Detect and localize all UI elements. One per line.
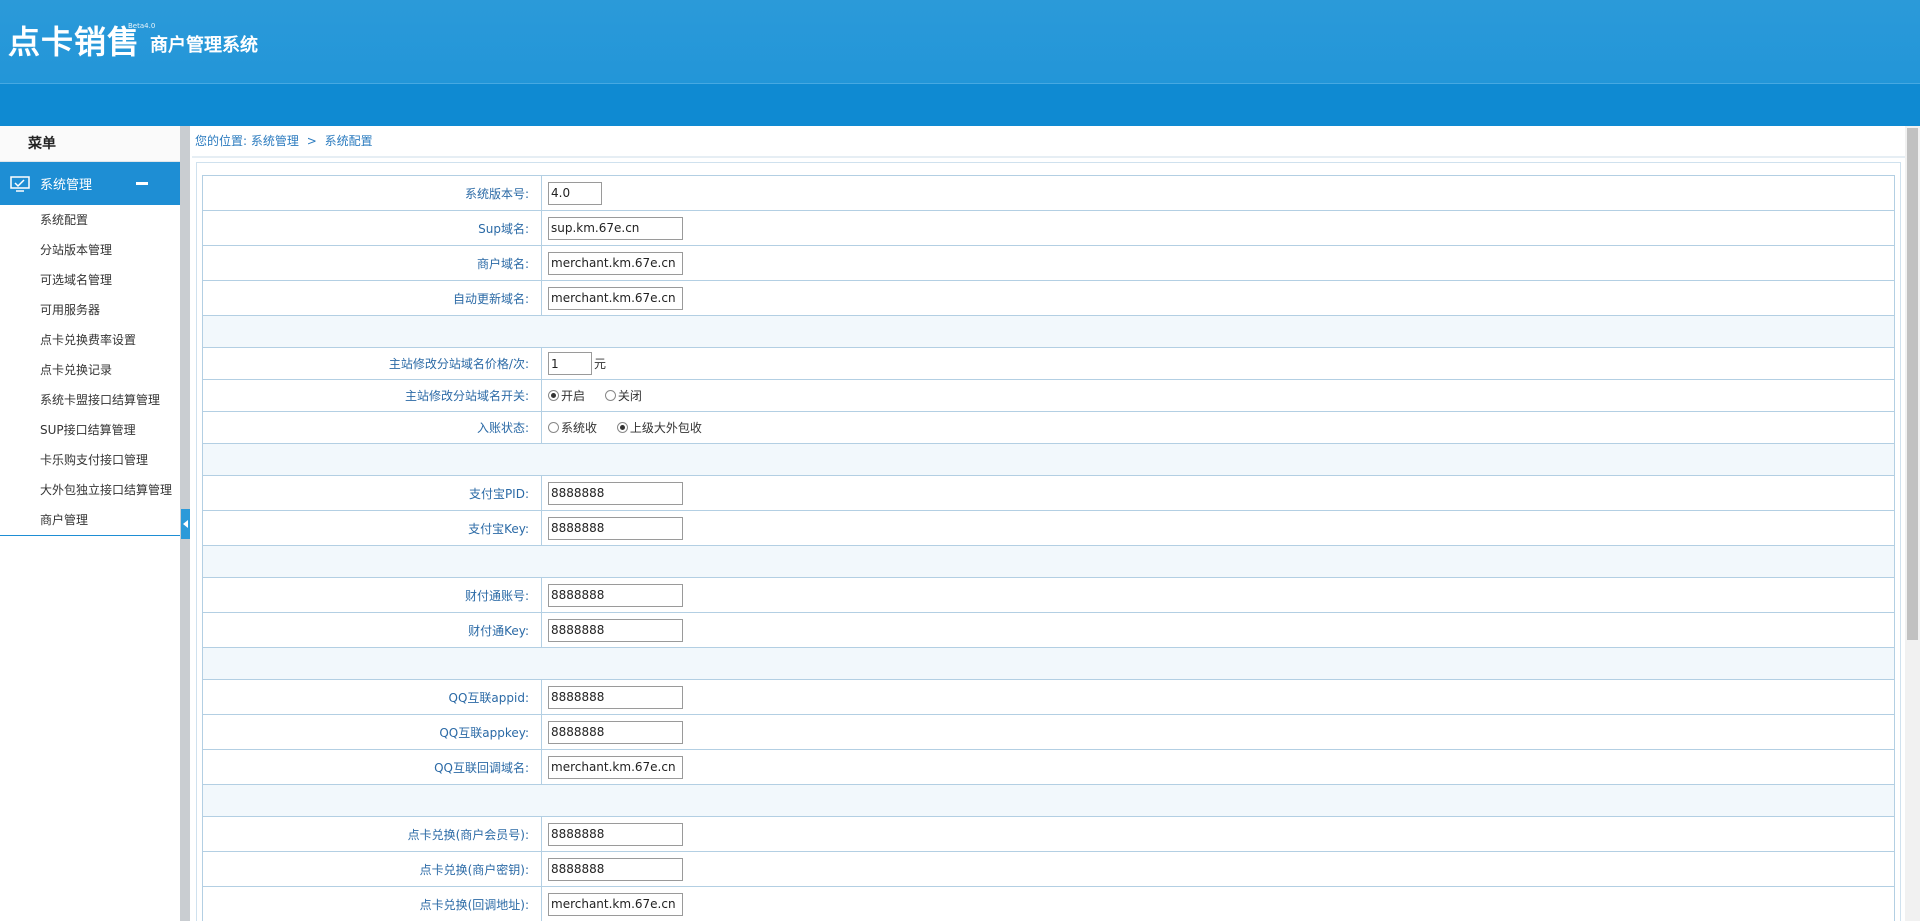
radio-unselected-icon xyxy=(548,422,559,433)
sidebar-item-substation-version[interactable]: 分站版本管理 xyxy=(0,235,180,265)
table-row: 财付通账号: xyxy=(202,577,1895,613)
switch-off-radio[interactable]: 关闭 xyxy=(604,387,642,404)
table-row: 入账状态: 系统收 上级大外包收 xyxy=(202,411,1895,444)
tenpay-key-input[interactable] xyxy=(548,618,683,642)
radio-selected-icon xyxy=(616,422,628,433)
table-row: 支付宝Key: xyxy=(202,510,1895,546)
qq-appkey-label: QQ互联appkey: xyxy=(202,714,542,750)
config-frame: 系统版本号: Sup域名: 商户域名: 自动更新域名: 主站修改分站域名价格/次… xyxy=(196,162,1901,921)
header-nav-band xyxy=(0,83,1920,126)
qq-appid-input[interactable] xyxy=(548,685,683,709)
alipay-pid-label: 支付宝PID: xyxy=(202,475,542,511)
breadcrumb-separator: > xyxy=(306,134,317,148)
merchant-domain-label: 商户域名: xyxy=(202,245,542,281)
card-callback-label: 点卡兑换(回调地址): xyxy=(202,886,542,921)
switch-on-radio[interactable]: 开启 xyxy=(548,387,585,404)
qq-callback-input[interactable] xyxy=(548,755,683,779)
status-outsourcing-radio[interactable]: 上级大外包收 xyxy=(616,419,702,436)
table-row: Sup域名: xyxy=(202,210,1895,246)
card-secret-input[interactable] xyxy=(548,857,683,881)
table-row: 支付宝PID: xyxy=(202,475,1895,511)
breadcrumb-prefix: 您的位置: xyxy=(195,134,248,148)
radio-selected-icon xyxy=(548,390,559,401)
collapse-sidebar-button[interactable] xyxy=(181,509,190,539)
logo-subtitle: 商户管理系统 xyxy=(150,35,259,56)
price-unit: 元 xyxy=(594,356,607,371)
table-row: 主站修改分站域名价格/次: 元 xyxy=(202,347,1895,380)
qq-appid-label: QQ互联appid: xyxy=(202,679,542,715)
page-scrollbar[interactable] xyxy=(1905,126,1920,921)
alipay-key-input[interactable] xyxy=(548,516,683,540)
menu-title: 菜单 xyxy=(0,126,180,162)
account-status-label: 入账状态: xyxy=(202,411,542,444)
sidebar: 菜单 系统管理 系统配置 分站版本管理 可选域名管理 可用服务器 点卡兑换费率设… xyxy=(0,126,180,921)
substation-price-input[interactable] xyxy=(548,352,592,375)
table-row: QQ互联appkey: xyxy=(202,714,1895,750)
table-row: QQ互联appid: xyxy=(202,679,1895,715)
sup-domain-input[interactable] xyxy=(548,216,683,240)
sidebar-item-card-rate[interactable]: 点卡兑换费率设置 xyxy=(0,325,180,355)
breadcrumb: 您的位置: 系统管理 > 系统配置 xyxy=(192,126,1905,158)
sidebar-item-servers[interactable]: 可用服务器 xyxy=(0,295,180,325)
status-system-radio[interactable]: 系统收 xyxy=(548,419,597,436)
table-row: 点卡兑换(商户会员号): xyxy=(202,816,1895,852)
logo-title: 点卡销售 xyxy=(8,23,141,61)
logo-version: Beta4.0 xyxy=(128,22,156,30)
table-row: 系统版本号: xyxy=(202,175,1895,211)
scrollbar-thumb[interactable] xyxy=(1907,128,1918,640)
tenpay-account-label: 财付通账号: xyxy=(202,577,542,613)
collapse-icon[interactable] xyxy=(136,182,148,185)
substation-switch-label: 主站修改分站域名开关: xyxy=(202,379,542,412)
table-row: 财付通Key: xyxy=(202,612,1895,648)
sidebar-item-outsourcing-settlement[interactable]: 大外包独立接口结算管理 xyxy=(0,475,180,505)
arrow-left-icon xyxy=(182,520,188,528)
autoupdate-domain-label: 自动更新域名: xyxy=(202,280,542,316)
spacer-row xyxy=(202,784,1895,817)
sidebar-item-merchant-management[interactable]: 商户管理 xyxy=(0,505,180,535)
card-callback-input[interactable] xyxy=(548,892,683,916)
spacer-row xyxy=(202,315,1895,348)
main-content: 您的位置: 系统管理 > 系统配置 系统版本号: Sup域名: 商户域名: 自动… xyxy=(192,126,1905,921)
autoupdate-domain-input[interactable] xyxy=(548,286,683,310)
qq-appkey-input[interactable] xyxy=(548,720,683,744)
sidebar-item-cardunion-settlement[interactable]: 系统卡盟接口结算管理 xyxy=(0,385,180,415)
spacer-row xyxy=(202,443,1895,476)
sidebar-item-domain-options[interactable]: 可选域名管理 xyxy=(0,265,180,295)
config-table: 系统版本号: Sup域名: 商户域名: 自动更新域名: 主站修改分站域名价格/次… xyxy=(202,175,1895,921)
substation-price-label: 主站修改分站域名价格/次: xyxy=(202,347,542,380)
radio-unselected-icon xyxy=(604,390,616,401)
tenpay-key-label: 财付通Key: xyxy=(202,612,542,648)
app-header: 点卡销售 商户管理系统 Beta4.0 xyxy=(0,0,1920,126)
table-row: QQ互联回调域名: xyxy=(202,749,1895,785)
alipay-key-label: 支付宝Key: xyxy=(202,510,542,546)
sup-domain-label: Sup域名: xyxy=(202,210,542,246)
merchant-domain-input[interactable] xyxy=(548,251,683,275)
menu-group-label: 系统管理 xyxy=(40,178,93,193)
monitor-check-icon xyxy=(10,175,30,192)
sidebar-item-kalegou-payment[interactable]: 卡乐购支付接口管理 xyxy=(0,445,180,475)
version-label: 系统版本号: xyxy=(202,175,542,211)
table-row: 主站修改分站域名开关: 开启 关闭 xyxy=(202,379,1895,412)
spacer-row xyxy=(202,545,1895,578)
breadcrumb-level1[interactable]: 系统管理 xyxy=(251,134,299,148)
sidebar-item-sup-settlement[interactable]: SUP接口结算管理 xyxy=(0,415,180,445)
sidebar-item-card-records[interactable]: 点卡兑换记录 xyxy=(0,355,180,385)
app-logo: 点卡销售 商户管理系统 Beta4.0 xyxy=(8,22,258,62)
table-row: 点卡兑换(回调地址): xyxy=(202,886,1895,921)
version-input[interactable] xyxy=(548,181,602,205)
breadcrumb-level2[interactable]: 系统配置 xyxy=(325,134,373,148)
spacer-row xyxy=(202,647,1895,680)
table-row: 商户域名: xyxy=(202,245,1895,281)
menu-group-system[interactable]: 系统管理 xyxy=(0,162,180,205)
table-row: 自动更新域名: xyxy=(202,280,1895,316)
card-secret-label: 点卡兑换(商户密钥): xyxy=(202,851,542,887)
menu-list: 系统配置 分站版本管理 可选域名管理 可用服务器 点卡兑换费率设置 点卡兑换记录… xyxy=(0,205,180,536)
alipay-pid-input[interactable] xyxy=(548,481,683,505)
card-member-label: 点卡兑换(商户会员号): xyxy=(202,816,542,852)
tenpay-account-input[interactable] xyxy=(548,583,683,607)
sidebar-item-system-config[interactable]: 系统配置 xyxy=(0,205,180,235)
card-member-input[interactable] xyxy=(548,822,683,846)
table-row: 点卡兑换(商户密钥): xyxy=(202,851,1895,887)
qq-callback-label: QQ互联回调域名: xyxy=(202,749,542,785)
